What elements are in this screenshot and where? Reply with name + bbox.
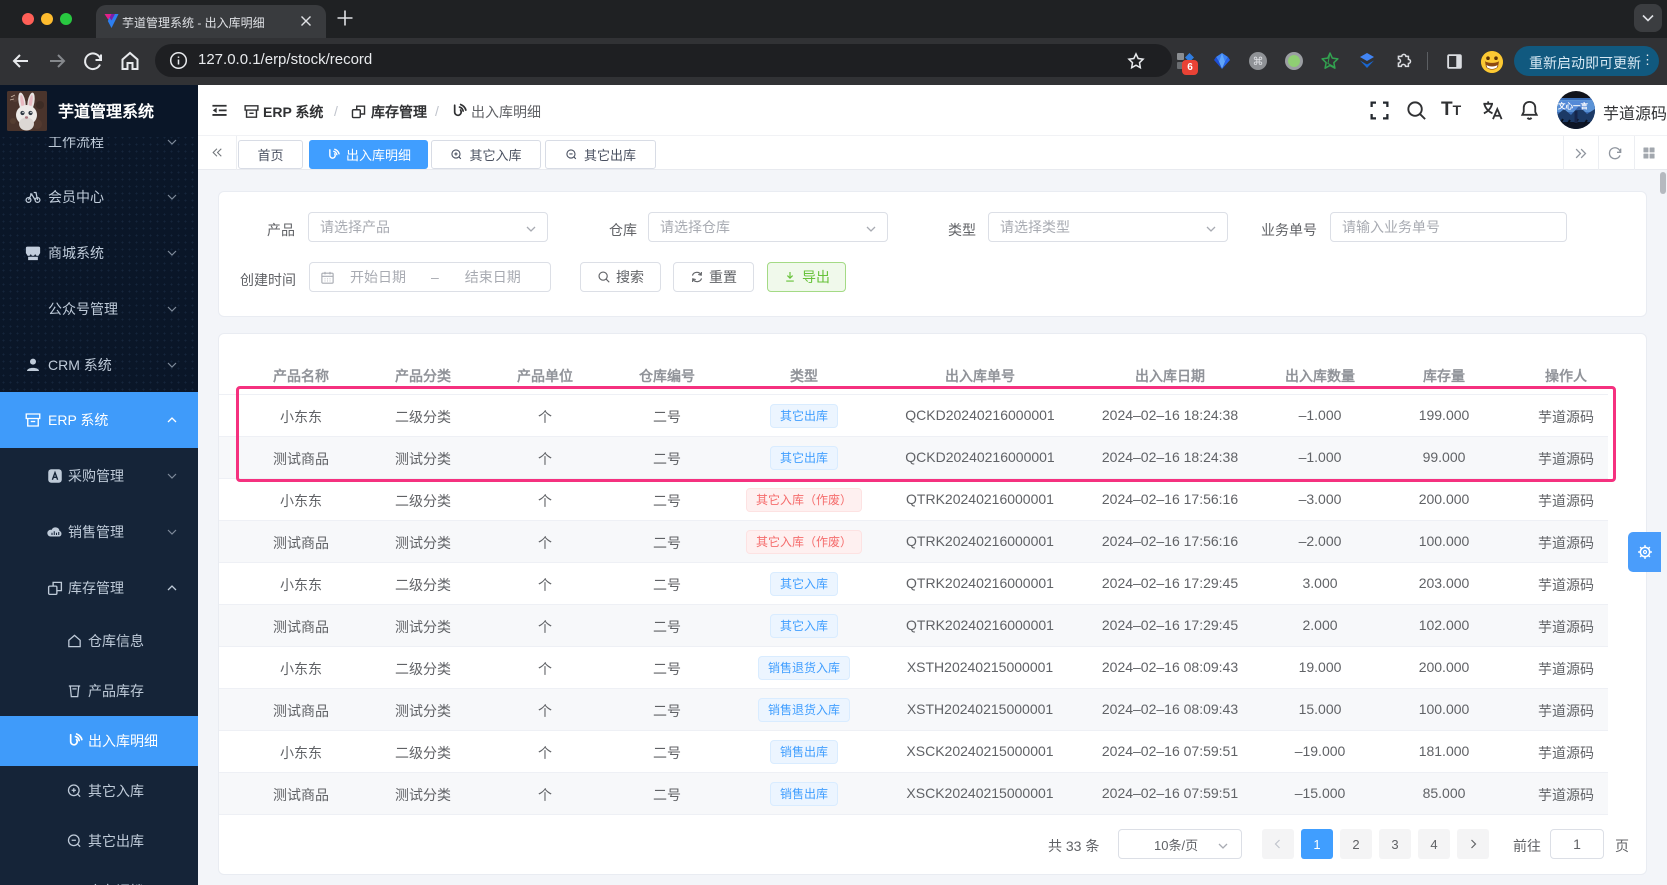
svg-text:文心一言: 文心一言	[1558, 101, 1588, 111]
svg-text:⌘: ⌘	[1253, 56, 1264, 68]
